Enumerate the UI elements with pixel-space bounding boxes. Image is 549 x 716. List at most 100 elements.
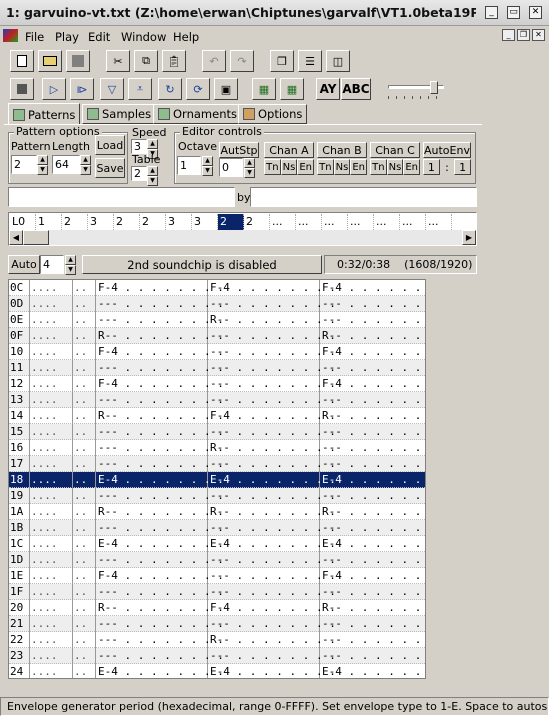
pattern-row[interactable]: 1E...... F-4 . . . . . . . . --- . . . . .… bbox=[9, 568, 425, 584]
channel-b-note[interactable]: --- . . . . . . . . bbox=[209, 584, 336, 600]
play-pattern-button[interactable]: ⧐ bbox=[70, 78, 94, 100]
envelope-cell[interactable]: .... bbox=[31, 472, 73, 488]
pattern-row[interactable]: 0C...... F-4 . . . . . . . . F-4 . . . . .… bbox=[9, 280, 425, 296]
pattern-row[interactable]: 20...... R-- . . . . . . . . F-4 . . . . .… bbox=[9, 600, 425, 616]
autostep-field[interactable]: 0 bbox=[219, 158, 243, 177]
envelope-cell[interactable]: .... bbox=[31, 328, 73, 344]
envelope-cell[interactable]: .... bbox=[31, 424, 73, 440]
pattern-row[interactable]: 23...... --- . . . . . . . . --- . . . . .… bbox=[9, 648, 425, 664]
line-number[interactable]: 0E bbox=[9, 312, 30, 328]
scroll-left-button[interactable]: ◀ bbox=[9, 230, 23, 245]
play-from-line-button[interactable]: ▽ bbox=[100, 78, 124, 100]
redo-button[interactable]: ↷ bbox=[230, 50, 254, 72]
channel-b-note[interactable]: --- . . . . . . . . bbox=[209, 552, 336, 568]
pattern-row[interactable]: 15...... --- . . . . . . . . --- . . . . .… bbox=[9, 424, 425, 440]
noise-cell[interactable]: .. bbox=[74, 456, 96, 472]
channel-c-note[interactable]: --- . . . . . . . . bbox=[321, 312, 425, 328]
envelope-cell[interactable]: .... bbox=[31, 584, 73, 600]
order-cell[interactable]: 2 bbox=[218, 214, 244, 230]
pattern-row[interactable]: 19...... --- . . . . . . . . --- . . . . .… bbox=[9, 488, 425, 504]
ay-mode-button[interactable]: AY bbox=[316, 78, 340, 100]
menu-window[interactable]: Window bbox=[121, 30, 166, 44]
channel-a-note[interactable]: R-- . . . . . . . . bbox=[97, 408, 224, 424]
split-horizontal-button[interactable]: ☰ bbox=[298, 50, 322, 72]
tab-ornaments[interactable]: Ornaments bbox=[153, 104, 242, 124]
channel-b-note[interactable]: R-- . . . . . . . . bbox=[209, 632, 336, 648]
maximize-button[interactable]: ▭ bbox=[507, 6, 520, 19]
save-button[interactable] bbox=[66, 50, 90, 72]
line-number[interactable]: 14 bbox=[9, 408, 30, 424]
loop-all-button[interactable]: ⟳ bbox=[186, 78, 210, 100]
channel-c-note[interactable]: --- . . . . . . . . bbox=[321, 392, 425, 408]
line-number[interactable]: 0D bbox=[9, 296, 30, 312]
channel-a-note[interactable]: --- . . . . . . . . bbox=[97, 584, 224, 600]
chan-c-noise-toggle[interactable]: Ns bbox=[386, 159, 404, 175]
channel-b-note[interactable]: --- . . . . . . . . bbox=[209, 616, 336, 632]
channel-a-note[interactable]: --- . . . . . . . . bbox=[97, 648, 224, 664]
chan-c-envelope-toggle[interactable]: En bbox=[403, 159, 421, 175]
menu-edit[interactable]: Edit bbox=[88, 30, 110, 44]
pattern-row[interactable]: 17...... --- . . . . . . . . --- . . . . .… bbox=[9, 456, 425, 472]
noise-cell[interactable]: .. bbox=[74, 648, 96, 664]
pattern-row[interactable]: 14...... R-- . . . . . . . . F-4 . . . . .… bbox=[9, 408, 425, 424]
channel-c-note[interactable]: R-- . . . . . . . . bbox=[321, 408, 425, 424]
mdi-restore-button[interactable]: ❐ bbox=[517, 29, 530, 41]
channel-b-note[interactable]: --- . . . . . . . . bbox=[209, 488, 336, 504]
chan-b-tone-toggle[interactable]: Tn bbox=[317, 159, 334, 175]
line-number[interactable]: 0C bbox=[9, 280, 30, 296]
noise-cell[interactable]: .. bbox=[74, 472, 96, 488]
mdi-close-button[interactable]: ✕ bbox=[532, 29, 545, 41]
envelope-cell[interactable]: .... bbox=[31, 296, 73, 312]
channel-a-note[interactable]: E-4 . . . . . . . . bbox=[97, 664, 224, 678]
envelope-cell[interactable]: .... bbox=[31, 568, 73, 584]
chan-b-noise-toggle[interactable]: Ns bbox=[333, 159, 351, 175]
pattern-grid[interactable]: 0C...... F-4 . . . . . . . . F-4 . . . . .… bbox=[8, 279, 426, 679]
autoenv-numerator[interactable]: 1 bbox=[423, 159, 440, 175]
channel-c-note[interactable]: R-- . . . . . . . . bbox=[321, 328, 425, 344]
pattern-row[interactable]: 1F...... --- . . . . . . . . --- . . . . .… bbox=[9, 584, 425, 600]
noise-cell[interactable]: .. bbox=[74, 488, 96, 504]
envelope-cell[interactable]: .... bbox=[31, 312, 73, 328]
line-number[interactable]: 18 bbox=[9, 472, 30, 488]
channel-a-note[interactable]: --- . . . . . . . . bbox=[97, 440, 224, 456]
noise-cell[interactable]: .. bbox=[74, 376, 96, 392]
author-input[interactable] bbox=[250, 187, 477, 207]
chip-ym-button[interactable]: ▦ bbox=[280, 78, 304, 100]
channel-b-note[interactable]: R-- . . . . . . . . bbox=[209, 504, 336, 520]
scroll-right-button[interactable]: ▶ bbox=[462, 230, 476, 245]
pattern-row[interactable]: 18...... E-4 . . . . . . . . E-4 . . . . .… bbox=[9, 472, 425, 488]
octave-spinner[interactable]: ▲ ▼ bbox=[202, 156, 213, 176]
order-cell[interactable]: ... bbox=[322, 214, 348, 230]
envelope-cell[interactable]: .... bbox=[31, 632, 73, 648]
order-cell[interactable]: 1 bbox=[36, 214, 62, 230]
channel-a-note[interactable]: E-4 . . . . . . . . bbox=[97, 472, 224, 488]
line-number[interactable]: 1E bbox=[9, 568, 30, 584]
channel-c-note[interactable]: R-- . . . . . . . . bbox=[321, 600, 425, 616]
channel-c-note[interactable]: --- . . . . . . . . bbox=[321, 440, 425, 456]
envelope-cell[interactable]: .... bbox=[31, 616, 73, 632]
pattern-spinner[interactable]: ▲ ▼ bbox=[37, 155, 48, 175]
line-number[interactable]: 11 bbox=[9, 360, 30, 376]
open-button[interactable] bbox=[38, 50, 62, 72]
pattern-row[interactable]: 0E...... --- . . . . . . . . R-- . . . . .… bbox=[9, 312, 425, 328]
line-number[interactable]: 10 bbox=[9, 344, 30, 360]
noise-cell[interactable]: .. bbox=[74, 344, 96, 360]
length-spinner[interactable]: ▲ ▼ bbox=[80, 155, 91, 175]
order-cell[interactable]: 3 bbox=[88, 214, 114, 230]
channel-a-note[interactable]: --- . . . . . . . . bbox=[97, 520, 224, 536]
table-spinner[interactable]: ▲ ▼ bbox=[147, 166, 158, 186]
line-number[interactable]: 19 bbox=[9, 488, 30, 504]
chip-ay-button[interactable]: ▦ bbox=[252, 78, 276, 100]
pattern-row[interactable]: 22...... --- . . . . . . . . R-- . . . . .… bbox=[9, 632, 425, 648]
chan-c-button[interactable]: Chan C bbox=[370, 142, 420, 158]
autoenv-button[interactable]: AutoEnv bbox=[423, 142, 471, 158]
noise-cell[interactable]: .. bbox=[74, 520, 96, 536]
channel-b-note[interactable]: --- . . . . . . . . bbox=[209, 424, 336, 440]
channel-b-note[interactable]: --- . . . . . . . . bbox=[209, 344, 336, 360]
channel-b-note[interactable]: --- . . . . . . . . bbox=[209, 360, 336, 376]
channel-b-note[interactable]: R-- . . . . . . . . bbox=[209, 312, 336, 328]
octave-field[interactable]: 1 bbox=[177, 156, 201, 175]
order-cell[interactable]: 3 bbox=[192, 214, 218, 230]
abc-mode-button[interactable]: ABC bbox=[341, 78, 371, 100]
channel-b-note[interactable]: --- . . . . . . . . bbox=[209, 456, 336, 472]
